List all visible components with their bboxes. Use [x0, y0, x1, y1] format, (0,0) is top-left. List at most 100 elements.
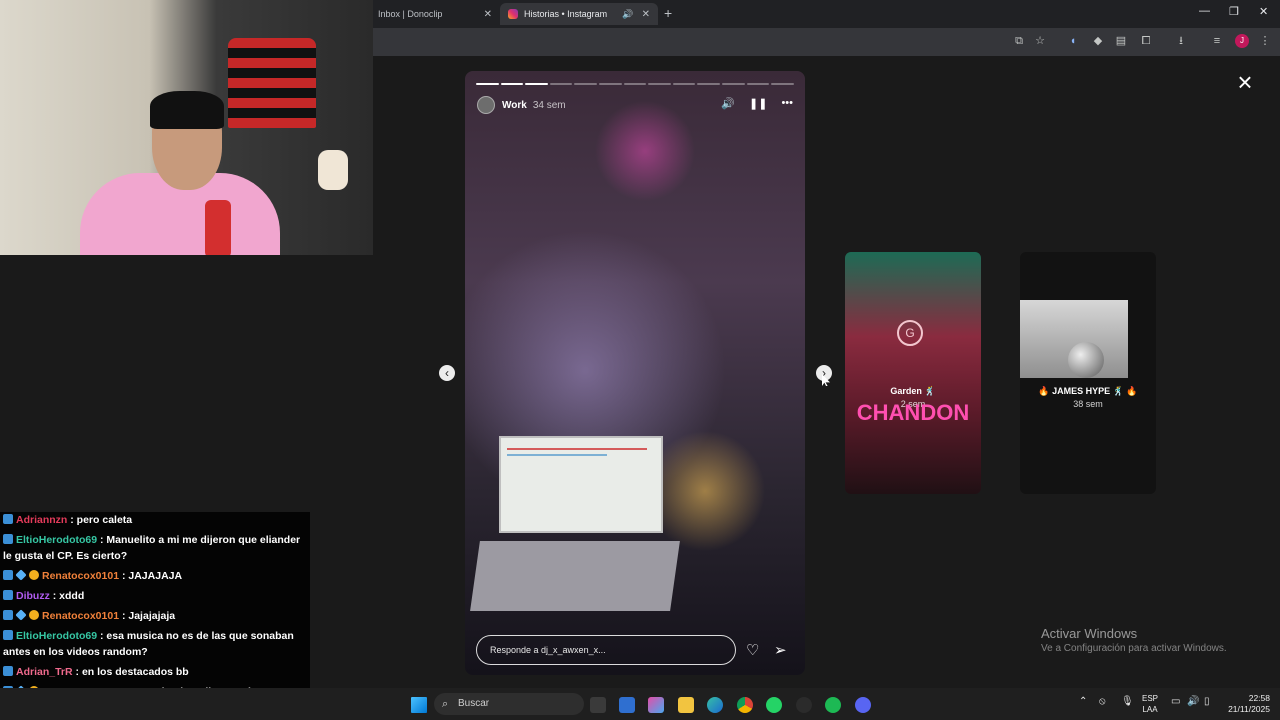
chat-text: : xddd — [52, 590, 85, 602]
bookmark-star-icon[interactable]: ☆ — [1033, 34, 1047, 48]
tab-instagram-stories[interactable]: Historias • Instagram 🔊 ✕ — [500, 3, 658, 25]
chat-username[interactable]: Adriannzn — [16, 514, 67, 526]
close-story-icon[interactable]: × — [1234, 69, 1256, 95]
progress-segment — [722, 83, 745, 85]
preview-ball-image — [1068, 342, 1104, 378]
discord-icon[interactable] — [855, 697, 871, 713]
close-window-button[interactable]: ✕ — [1259, 5, 1268, 18]
story-time: 34 sem — [532, 99, 566, 111]
chat-text: : JAJAJAJA — [121, 570, 183, 582]
active-story[interactable]: Work 34 sem 🔊 ❚❚ ••• Responde a dj_x_awx… — [465, 71, 805, 675]
restore-button[interactable]: ❐ — [1229, 5, 1239, 18]
chat-username[interactable]: EltioHerodoto69 — [16, 630, 97, 642]
bits-badge-icon — [29, 570, 39, 580]
prime-badge-icon — [3, 666, 13, 676]
screen: Inbox | Donoclip ✕ Historias • Instagram… — [0, 0, 1280, 720]
taskbar-clock[interactable]: 22:58 21/11/2025 — [1226, 693, 1270, 715]
clock-time: 22:58 — [1248, 693, 1270, 703]
chat-text: : pero caleta — [70, 514, 133, 526]
tray-microphone-icon[interactable]: 🎙 — [1121, 696, 1134, 707]
clock-date: 21/11/2025 — [1228, 704, 1270, 714]
spotify-icon[interactable] — [825, 697, 841, 713]
close-tab-icon[interactable]: ✕ — [642, 9, 650, 20]
chat-username[interactable]: Adrian_TrR — [16, 666, 73, 678]
story-reply-input[interactable]: Responde a dj_x_awxen_x... — [476, 635, 736, 665]
tab-label: Inbox | Donoclip — [378, 9, 443, 19]
chrome-icon[interactable] — [737, 697, 753, 713]
copilot-icon[interactable] — [648, 697, 664, 713]
tray-battery-icon[interactable]: ▯ — [1204, 696, 1210, 707]
chat-username[interactable]: Dibuzz — [16, 590, 50, 602]
extension-list-icon[interactable]: ▤ — [1114, 34, 1128, 48]
chat-message: EltioHerodoto69 : esa musica no es de la… — [3, 628, 305, 660]
prime-badge-icon — [3, 610, 13, 620]
profile-avatar[interactable]: J — [1235, 34, 1249, 48]
close-tab-icon[interactable]: ✕ — [484, 9, 492, 20]
laptop-screen-image — [499, 436, 663, 533]
media-controls-icon[interactable]: ≡ — [1210, 34, 1224, 48]
progress-segment — [599, 83, 622, 85]
lang-code: ESP — [1142, 694, 1159, 703]
install-app-icon[interactable]: ⧉ — [1012, 34, 1026, 48]
file-explorer-icon[interactable] — [678, 697, 694, 713]
edge-icon[interactable] — [707, 697, 723, 713]
send-direct-icon[interactable]: ➢ — [774, 641, 787, 659]
progress-segment — [672, 83, 696, 85]
progress-segment — [549, 83, 573, 85]
laptop-keyboard-image — [470, 541, 680, 611]
story-username[interactable]: Work — [502, 100, 527, 111]
browser-menu-icon[interactable]: ⋮ — [1258, 34, 1272, 48]
prime-badge-icon — [3, 514, 13, 524]
like-heart-icon[interactable]: ♡ — [746, 641, 759, 659]
tray-overflow-icon[interactable]: ⌃ — [1079, 696, 1087, 707]
new-tab-button[interactable]: + — [664, 5, 672, 21]
lang-layout: LAA — [1142, 705, 1158, 714]
extension-audio-icon[interactable]: ◖ — [1066, 34, 1080, 48]
task-view-icon[interactable] — [590, 697, 606, 713]
tab-label: Historias • Instagram — [524, 9, 608, 19]
microphone-image — [205, 200, 231, 255]
chat-username[interactable]: Renatocox0101 — [42, 610, 119, 622]
progress-segment — [500, 83, 524, 85]
extension-diamond-icon[interactable]: ◆ — [1091, 34, 1105, 48]
progress-segment — [623, 83, 647, 85]
prime-badge-icon — [3, 630, 13, 640]
chat-text: : en los destacados bb — [75, 666, 189, 678]
taskbar-search[interactable]: ⌕ Buscar — [434, 693, 584, 715]
windows-activation-title: Activar Windows — [1041, 626, 1138, 641]
tray-display-icon[interactable]: ▭ — [1171, 696, 1180, 707]
story-preview-garden[interactable]: G Garden 🕺 2 sem CHANDON — [845, 252, 981, 494]
chat-message: EltioHerodoto69 : Manuelito a mi me dije… — [3, 532, 305, 564]
bits-badge-icon — [29, 610, 39, 620]
preview-name: Garden 🕺 — [890, 386, 936, 396]
store-icon[interactable] — [619, 697, 635, 713]
windows-start-icon[interactable] — [411, 697, 427, 713]
sub-badge-icon — [15, 609, 27, 621]
prime-badge-icon — [3, 590, 13, 600]
search-icon: ⌕ — [442, 698, 449, 710]
story-avatar[interactable] — [477, 96, 495, 114]
figurine-image — [318, 150, 348, 190]
chat-username[interactable]: EltioHerodoto69 — [16, 534, 97, 546]
whatsapp-icon[interactable] — [766, 697, 782, 713]
preview-time: 38 sem — [1073, 399, 1103, 409]
speaker-icon[interactable]: 🔊 — [622, 9, 633, 20]
webcam-overlay — [0, 0, 373, 255]
minimize-button[interactable]: — — [1199, 5, 1210, 17]
tray-volume-icon[interactable]: 🔊 — [1187, 696, 1199, 707]
progress-segment — [574, 83, 598, 85]
tray-network-off-icon[interactable]: ⦸ — [1099, 696, 1106, 707]
download-icon[interactable]: ⭳ — [1174, 34, 1188, 48]
extensions-puzzle-icon[interactable]: ⧠ — [1139, 34, 1153, 48]
volume-icon[interactable]: 🔊 — [721, 97, 735, 110]
tab-inbox[interactable]: Inbox | Donoclip ✕ — [370, 3, 500, 25]
story-progress-bar — [476, 83, 794, 85]
obs-icon[interactable] — [796, 697, 812, 713]
story-preview-james-hype[interactable]: 🔥 JAMES HYPE 🕺 🔥 38 sem — [1020, 252, 1156, 494]
pause-icon[interactable]: ❚❚ — [749, 97, 767, 110]
keyboard-language[interactable]: ESP LAA — [1142, 693, 1158, 715]
g-logo-icon: G — [897, 320, 923, 346]
more-options-icon[interactable]: ••• — [781, 97, 793, 110]
previous-story-button[interactable]: ‹ — [439, 365, 455, 381]
chat-username[interactable]: Renatocox0101 — [42, 570, 119, 582]
